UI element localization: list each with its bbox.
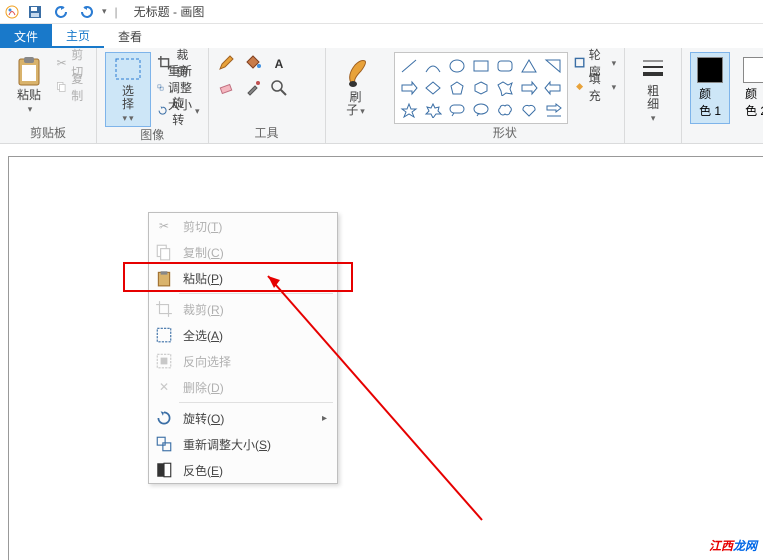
ribbon-tabs: 文件 主页 查看 [0,24,763,48]
group-tools: A 工具 [209,48,326,143]
invertcolor-icon [155,461,173,479]
invertsel-icon [155,352,173,370]
copy-icon [155,243,173,261]
brush-button[interactable]: 刷子 [334,52,378,121]
ribbon: 粘贴 ✂剪切 复制 剪贴板 选 择▾ 裁剪 重新调整大小 旋转▾ 图像 [0,48,763,144]
qat-undo[interactable] [50,1,72,23]
watermark: 江西龙网 [709,537,757,554]
color1-button[interactable]: 颜 色 1 [690,52,730,124]
resize-icon [157,79,164,95]
qat-dropdown[interactable]: ▾ [102,6,107,17]
group-label-clipboard: 剪贴板 [8,125,88,141]
color2-button[interactable]: 颜 色 2 [736,52,763,124]
shape-fill-button[interactable]: 填充▾ [574,76,617,98]
paste-button[interactable]: 粘贴 [8,52,50,119]
scissors-icon: ✂ [155,217,173,235]
rotate-icon [157,103,168,119]
title-bar: ▾ | 无标题 - 画图 [0,0,763,24]
picker-tool[interactable] [243,78,265,100]
annotation-arrow [262,270,492,530]
pencil-tool[interactable] [217,52,239,74]
resize-icon [155,435,173,453]
scissors-icon: ✂ [56,55,67,71]
eraser-tool[interactable] [217,78,239,100]
group-image: 选 择▾ 裁剪 重新调整大小 旋转▾ 图像 [97,48,209,143]
tab-home[interactable]: 主页 [52,24,104,48]
tab-view[interactable]: 查看 [104,24,156,48]
app-icon [4,4,20,20]
svg-text:A: A [274,57,283,71]
text-tool[interactable]: A [269,52,291,74]
select-button[interactable]: 选 择▾ [105,52,151,127]
group-label-shapes: 形状 [394,125,617,141]
group-label-tools: 工具 [217,125,317,141]
thickness-button[interactable]: 粗 细▾ [633,52,673,127]
magnifier-tool[interactable] [269,78,291,100]
delete-icon: ✕ [155,378,173,396]
crop-icon [155,300,173,318]
group-colors: 颜 色 1 颜 色 2 [682,48,763,143]
group-shapes: 轮廓▾ 填充▾ 形状 [386,48,626,143]
window-title: 无标题 - 画图 [134,3,205,20]
qat-save[interactable] [24,1,46,23]
copy-button[interactable]: 复制 [56,76,88,98]
rotate-button[interactable]: 旋转▾ [157,100,200,122]
ctx-cut[interactable]: ✂剪切(T) [149,213,337,239]
outline-icon [574,55,585,71]
rotate-icon [155,409,173,427]
group-brush: 刷子 [326,48,386,143]
fill-tool[interactable] [243,52,265,74]
group-clipboard: 粘贴 ✂剪切 复制 剪贴板 [0,48,97,143]
qat-redo[interactable] [76,1,98,23]
title-separator: | [115,5,118,19]
shapes-gallery[interactable] [394,52,568,124]
copy-icon [56,79,67,95]
group-label-image: 图像 [105,127,200,143]
tab-file[interactable]: 文件 [0,24,52,48]
group-thickness: 粗 细▾ [625,48,682,143]
selectall-icon [155,326,173,344]
fill-icon [574,79,585,95]
